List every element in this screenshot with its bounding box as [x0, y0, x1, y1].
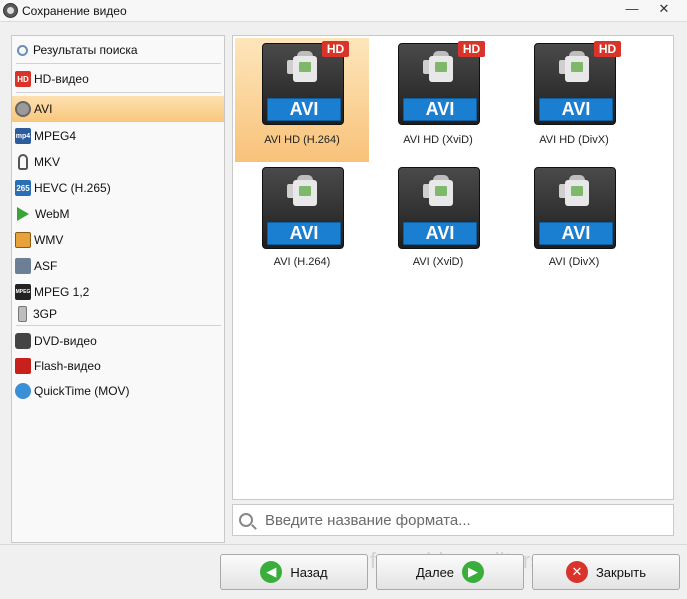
sidebar-item-label: MPEG4 [34, 129, 77, 143]
format-tile-avi-divx[interactable]: AVI AVI (DivX) [507, 162, 641, 286]
video-camera-icon: AVI [398, 167, 480, 249]
format-search-box [232, 504, 674, 536]
sidebar-item-hevc[interactable]: 265 HEVC (H.265) [12, 175, 224, 201]
sidebar-item-label: AVI [34, 102, 53, 116]
sidebar-item-label: WebM [35, 207, 70, 221]
video-camera-icon: AVI [534, 167, 616, 249]
sidebar-item-label: Flash-видео [34, 359, 101, 373]
format-search-input[interactable] [265, 510, 665, 530]
sidebar-item-mkv[interactable]: MKV [12, 149, 224, 175]
app-icon [3, 3, 18, 18]
format-caption: AVI (DivX) [548, 256, 600, 268]
format-tile-avi-hd-divx[interactable]: AVI HD AVI HD (DivX) [507, 38, 641, 162]
sidebar-item-hd-video[interactable]: HD HD-видео [12, 66, 224, 92]
close-icon: ✕ [565, 561, 588, 583]
close-window-button[interactable]: ✕ [650, 0, 678, 20]
mpeg-icon: MPEG [15, 284, 31, 300]
format-badge: AVI [539, 98, 613, 121]
sidebar-item-label: 3GP [33, 307, 58, 321]
format-badge: AVI [403, 98, 477, 121]
divider [16, 63, 221, 64]
divider [0, 544, 687, 545]
format-caption: AVI HD (H.264) [264, 134, 340, 146]
sidebar-item-3gp[interactable]: 3GP [12, 301, 224, 327]
sidebar-item-avi[interactable]: AVI [12, 96, 224, 122]
sidebar-item-search-results[interactable]: Результаты поиска [12, 37, 224, 63]
sidebar-item-label: MKV [34, 155, 61, 169]
format-caption: AVI (H.264) [273, 256, 331, 268]
mkv-icon [18, 154, 28, 170]
hd-icon: HD [15, 71, 31, 87]
format-badge: AVI [267, 222, 341, 245]
back-button-label: Назад [290, 564, 328, 580]
arrow-left-icon: ◀ [260, 561, 283, 583]
format-badge: AVI [539, 222, 613, 245]
next-button[interactable]: Далее ▶ [376, 554, 524, 590]
webm-play-icon [17, 207, 29, 221]
format-caption: AVI HD (XviD) [403, 134, 473, 146]
close-button-label: Закрыть [595, 564, 647, 580]
title-bar: Сохранение видео — ✕ [0, 0, 687, 22]
format-caption: AVI (XviD) [412, 256, 464, 268]
format-caption: AVI HD (DivX) [539, 134, 609, 146]
sidebar-item-label: Результаты поиска [33, 43, 138, 57]
sidebar-item-wmv[interactable]: WMV [12, 227, 224, 253]
arrow-right-icon: ▶ [462, 561, 485, 583]
sidebar-item-dvd[interactable]: DVD-видео [12, 328, 224, 354]
sidebar-item-label: HEVC (H.265) [34, 181, 111, 195]
sidebar-item-quicktime[interactable]: QuickTime (MOV) [12, 378, 224, 404]
sidebar-item-mpeg4[interactable]: mp4 MPEG4 [12, 123, 224, 149]
hd-badge: HD [322, 41, 349, 57]
sidebar-item-label: MPEG 1,2 [34, 285, 90, 299]
window-title: Сохранение видео [22, 4, 127, 18]
sidebar-item-webm[interactable]: WebM [12, 201, 224, 227]
back-button[interactable]: ◀ Назад [220, 554, 368, 590]
divider [16, 92, 221, 93]
hd-badge: HD [458, 41, 485, 57]
dvd-icon [15, 333, 31, 349]
format-tile-avi-h264[interactable]: AVI AVI (H.264) [235, 162, 369, 286]
phone-icon [18, 306, 27, 322]
format-badge: AVI [403, 222, 477, 245]
flash-icon [15, 358, 31, 374]
format-badge: AVI [267, 98, 341, 121]
sidebar-item-asf[interactable]: ASF [12, 253, 224, 279]
sidebar-item-label: QuickTime (MOV) [34, 384, 130, 398]
film-reel-icon [15, 101, 31, 117]
wmv-icon [15, 232, 31, 248]
format-tile-avi-xvid[interactable]: AVI AVI (XviD) [371, 162, 505, 286]
search-icon [17, 44, 28, 56]
sidebar-item-label: HD-видео [34, 72, 89, 86]
divider [16, 325, 221, 326]
close-button[interactable]: ✕ Закрыть [532, 554, 680, 590]
format-tile-avi-hd-h264[interactable]: AVI HD AVI HD (H.264) [235, 38, 369, 162]
asf-icon [15, 258, 31, 274]
sidebar-item-label: ASF [34, 259, 58, 273]
video-camera-icon: AVI [262, 167, 344, 249]
sidebar-item-label: DVD-видео [34, 334, 97, 348]
hevc-icon: 265 [15, 180, 31, 196]
sidebar-item-flash[interactable]: Flash-видео [12, 353, 224, 379]
sidebar-item-label: WMV [34, 233, 64, 247]
format-category-list: Результаты поиска HD HD-видео AVI mp4 MP… [11, 35, 225, 543]
search-icon [239, 513, 253, 527]
mp4-icon: mp4 [15, 128, 31, 144]
format-tile-avi-hd-xvid[interactable]: AVI HD AVI HD (XviD) [371, 38, 505, 162]
next-button-label: Далее [415, 564, 455, 580]
minimize-button[interactable]: — [618, 0, 646, 20]
format-grid: AVI HD AVI HD (H.264) AVI HD AVI HD (Xvi… [232, 35, 674, 500]
hd-badge: HD [594, 41, 621, 57]
quicktime-icon [15, 383, 31, 399]
